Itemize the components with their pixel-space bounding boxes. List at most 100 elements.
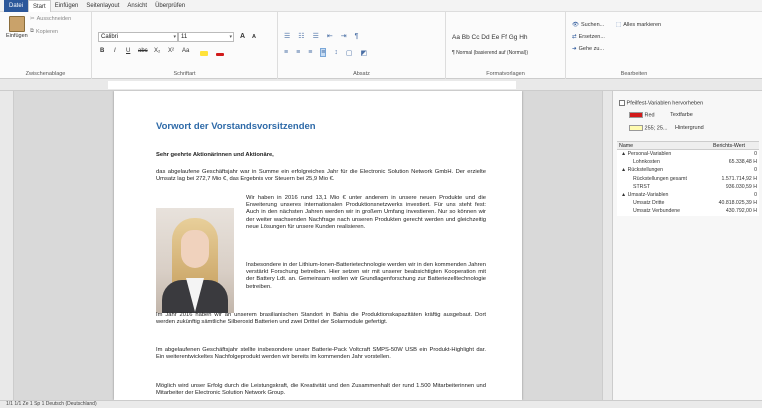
clipboard-group: Einfügen ✂ Ausschneiden ⧉ Kopieren Zwisc… [0,12,92,79]
font-size-combo[interactable]: 11 ▾ [178,32,234,42]
scissors-icon: ✂ [30,16,35,22]
menu-ueberpruefen[interactable]: Überprüfen [151,0,189,12]
menu-datei[interactable]: Datei [4,0,29,12]
paragraph-3: Insbesondere in der Lithium-Ionen-Batter… [246,262,486,290]
variable-name: Lohnkosten [633,159,660,166]
decrease-indent-icon: ⇤ [326,33,333,40]
paragraph-4: Im Jahr 2016 haben wir an unserem brasil… [156,312,486,326]
variable-value: 65.338,48 H [728,159,757,166]
replace-button[interactable]: ⇄ Ersetzen... [572,34,605,40]
menu-start[interactable]: Start [28,0,51,12]
paste-button[interactable]: Einfügen [6,16,28,39]
table-row[interactable]: Lohnkosten 65.338,48 H [617,158,759,166]
status-info: 1/1 1/1 Ze 1 Sp 1 Deutsch (Deutschland) [6,401,97,407]
paragraph-6: Möglich wird unser Erfolg durch die Leis… [156,383,486,397]
editing-group: 👁 Suchen... ⇄ Ersetzen... ➜ Gehe zu... ⬚ All… [566,12,762,79]
line-spacing-icon: ↕ [334,49,338,56]
justify-icon: ≡ [320,48,327,57]
highlight-button[interactable] [200,48,208,56]
ribbon: Einfügen ✂ Ausschneiden ⧉ Kopieren Zwisc… [0,12,762,79]
change-case-button[interactable]: Aa [182,48,189,54]
editing-group-label: Bearbeiten [620,71,648,77]
clipboard-group-label: Zwischenablage [25,71,66,77]
variable-value: 0 [754,167,757,174]
strikethrough-button[interactable]: abc [138,48,148,54]
underline-button[interactable]: U [126,48,130,54]
document-page[interactable]: Vorwort der Vorstandsvorsitzenden Sehr g… [114,91,522,400]
paragraph-group: ☰ ☷ ☰ ⇤ ⇥ ¶ ≡ ≡ ≡ ≡ ↕ ▢ ◩ Absatz [278,12,446,79]
column-header-name[interactable]: Name [617,142,711,149]
list-buttons[interactable]: ☰ ☷ ☰ ⇤ ⇥ ¶ [284,32,359,41]
arrow-right-icon: ➜ [572,46,577,52]
variable-value: 40.818.025,39 H [718,200,757,207]
table-row[interactable]: STRST 936.030,59 H [617,183,759,191]
variable-name: ▲ Personal-Variablen [621,151,672,157]
italic-button[interactable]: I [114,48,116,54]
cut-button[interactable]: ✂ Ausschneiden [30,16,71,22]
table-row[interactable]: Umsatz Verbundene 430.792,00 H [617,207,759,215]
table-row[interactable]: ▲ Rückstellungen 0 [617,166,759,174]
vertical-scrollbar[interactable] [602,91,612,400]
align-left-icon: ≡ [284,49,289,56]
menu-ansicht[interactable]: Ansicht [123,0,151,12]
text-color-picker[interactable]: Red Textfarbe [629,112,693,118]
numbered-list-icon: ☷ [298,33,305,40]
variables-panel: Pfeilfest-Variablen hervorheben Red Text… [612,91,762,400]
paragraph-5: Im abgelaufenen Geschäftsjahr stellte in… [156,347,486,361]
status-bar: 1/1 1/1 Ze 1 Sp 1 Deutsch (Deutschland) [0,400,762,408]
align-right-icon: ≡ [308,49,313,56]
paste-icon [8,16,25,32]
menu-einfuegen[interactable]: Einfügen [51,0,83,12]
shrink-font-button[interactable]: A [252,34,256,40]
subscript-button[interactable]: X₂ [154,48,160,54]
variable-value: 0 [754,191,757,198]
menu-bar: Datei Start Einfügen Seitenlayout Ansich… [0,0,762,12]
variable-value: 1.571.714,92 H [721,175,757,182]
horizontal-ruler[interactable] [0,79,762,91]
text-color-swatch [629,112,643,118]
font-group: Calibri ▾ 11 ▾ A A B I U abc X₂ X² Aa Schr… [92,12,278,79]
grow-font-button[interactable]: A [240,33,245,40]
variable-value: 936.030,59 H [725,183,757,190]
align-buttons[interactable]: ≡ ≡ ≡ ≡ ↕ ▢ ◩ [284,48,367,57]
copy-button[interactable]: ⧉ Kopieren [30,28,58,35]
select-all-button[interactable]: ⬚ Alles markieren [616,22,661,28]
goto-button[interactable]: ➜ Gehe zu... [572,46,604,52]
bold-button[interactable]: B [100,48,104,54]
font-name-combo[interactable]: Calibri ▾ [98,32,178,42]
background-color-picker[interactable]: 255; 25... Hintergrund [629,125,704,131]
superscript-button[interactable]: X² [168,48,174,54]
variable-name: Umsatz Verbundene [633,208,681,215]
variables-table: Name Berichts-Wert ▲ Personal-Variablen 0… [617,141,759,216]
binoculars-icon: 👁 [572,22,579,28]
search-button[interactable]: 👁 Suchen... [572,22,604,28]
portrait-image [156,208,234,313]
variable-name: Rückstellungen gesamt [633,175,687,182]
style-gallery[interactable]: Aa Bb Cc Dd Ee Ff Gg Hh [452,34,528,41]
table-row[interactable]: Rückstellungen gesamt 1.571.714,92 H [617,175,759,183]
pilcrow-icon: ¶ [354,32,359,40]
select-all-icon: ⬚ [616,22,622,28]
variable-value: 0 [754,151,757,157]
align-center-icon: ≡ [296,49,301,56]
column-header-value[interactable]: Berichts-Wert [711,142,759,149]
table-row[interactable]: Umsatz Dritte 40.818.025,39 H [617,199,759,207]
highlight-variables-checkbox[interactable]: Pfeilfest-Variablen hervorheben [619,100,703,106]
variable-name: STRST [633,183,651,190]
font-color-button[interactable] [216,48,224,56]
table-row[interactable]: ▲ Personal-Variablen 0 [617,150,759,158]
paragraph-group-label: Absatz [353,71,370,77]
variable-name: ▲ Umsatz-Variablen [621,191,669,198]
variable-name: ▲ Rückstellungen [621,167,664,174]
border-icon: ▢ [345,49,353,57]
document-canvas[interactable]: Vorwort der Vorstandsvorsitzenden Sehr g… [14,91,612,400]
vertical-ruler[interactable] [0,91,14,400]
menu-seitenlayout[interactable]: Seitenlayout [82,0,123,12]
variable-value: 430.792,00 H [725,208,757,215]
current-style-combo[interactable]: ¶ Normal (basierend auf (Normal)) [452,50,528,56]
bullet-list-icon: ☰ [284,33,291,40]
table-row[interactable]: ▲ Umsatz-Variablen 0 [617,191,759,199]
styles-group: Aa Bb Cc Dd Ee Ff Gg Hh ¶ Normal (basier… [446,12,566,79]
chevron-down-icon: ▾ [229,34,232,40]
salutation: Sehr geehrte Aktionärinnen und Aktionäre… [156,152,274,158]
